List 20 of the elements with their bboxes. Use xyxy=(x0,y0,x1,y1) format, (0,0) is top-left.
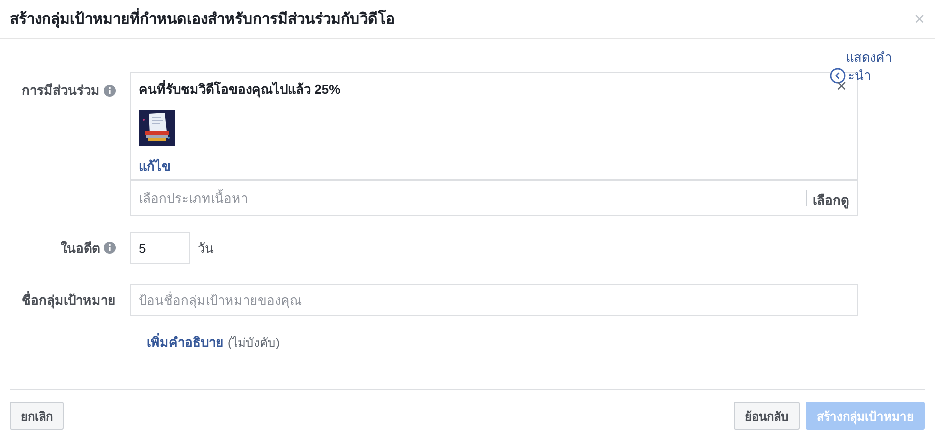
hint-toggle-link[interactable]: แสดงคำ xyxy=(830,49,892,67)
edit-link[interactable]: แก้ไข xyxy=(139,156,171,177)
back-button[interactable]: ย้อนกลับ xyxy=(734,402,800,430)
remove-button[interactable]: × xyxy=(836,79,847,93)
cancel-button[interactable]: ยกเลิก xyxy=(10,402,64,430)
info-icon[interactable] xyxy=(104,84,116,96)
content-type-field[interactable]: เลือกประเภทเนื้อหา xyxy=(131,181,806,215)
rule-title: คนที่รับชมวิดีโอของคุณไปแล้ว 25% xyxy=(139,80,341,100)
hint-toggle-link[interactable]: ะนำ xyxy=(848,67,871,85)
info-icon[interactable] xyxy=(104,242,116,254)
days-field[interactable]: 5 xyxy=(130,232,190,264)
audience-name-field[interactable]: ป้อนชื่อกลุ่มเป้าหมายของคุณ xyxy=(130,284,858,316)
field-label: การมีส่วนร่วม xyxy=(22,82,100,100)
field-label: ชื่อกลุ่มเป้าหมาย xyxy=(22,290,116,310)
field-label: ในอดีต xyxy=(61,240,100,258)
collapse-chevron-icon[interactable] xyxy=(830,68,846,84)
add-description-link[interactable]: เพิ่มคำอธิบาย xyxy=(147,332,224,353)
unit-label: วัน xyxy=(198,240,215,258)
optional-note: (ไม่บังคับ) xyxy=(228,335,280,352)
dialog-title: สร้างกลุ่มเป้าหมายที่กำหนดเองสำหรับการมีส่วนร่วมกับวิดีโอ xyxy=(10,7,395,31)
